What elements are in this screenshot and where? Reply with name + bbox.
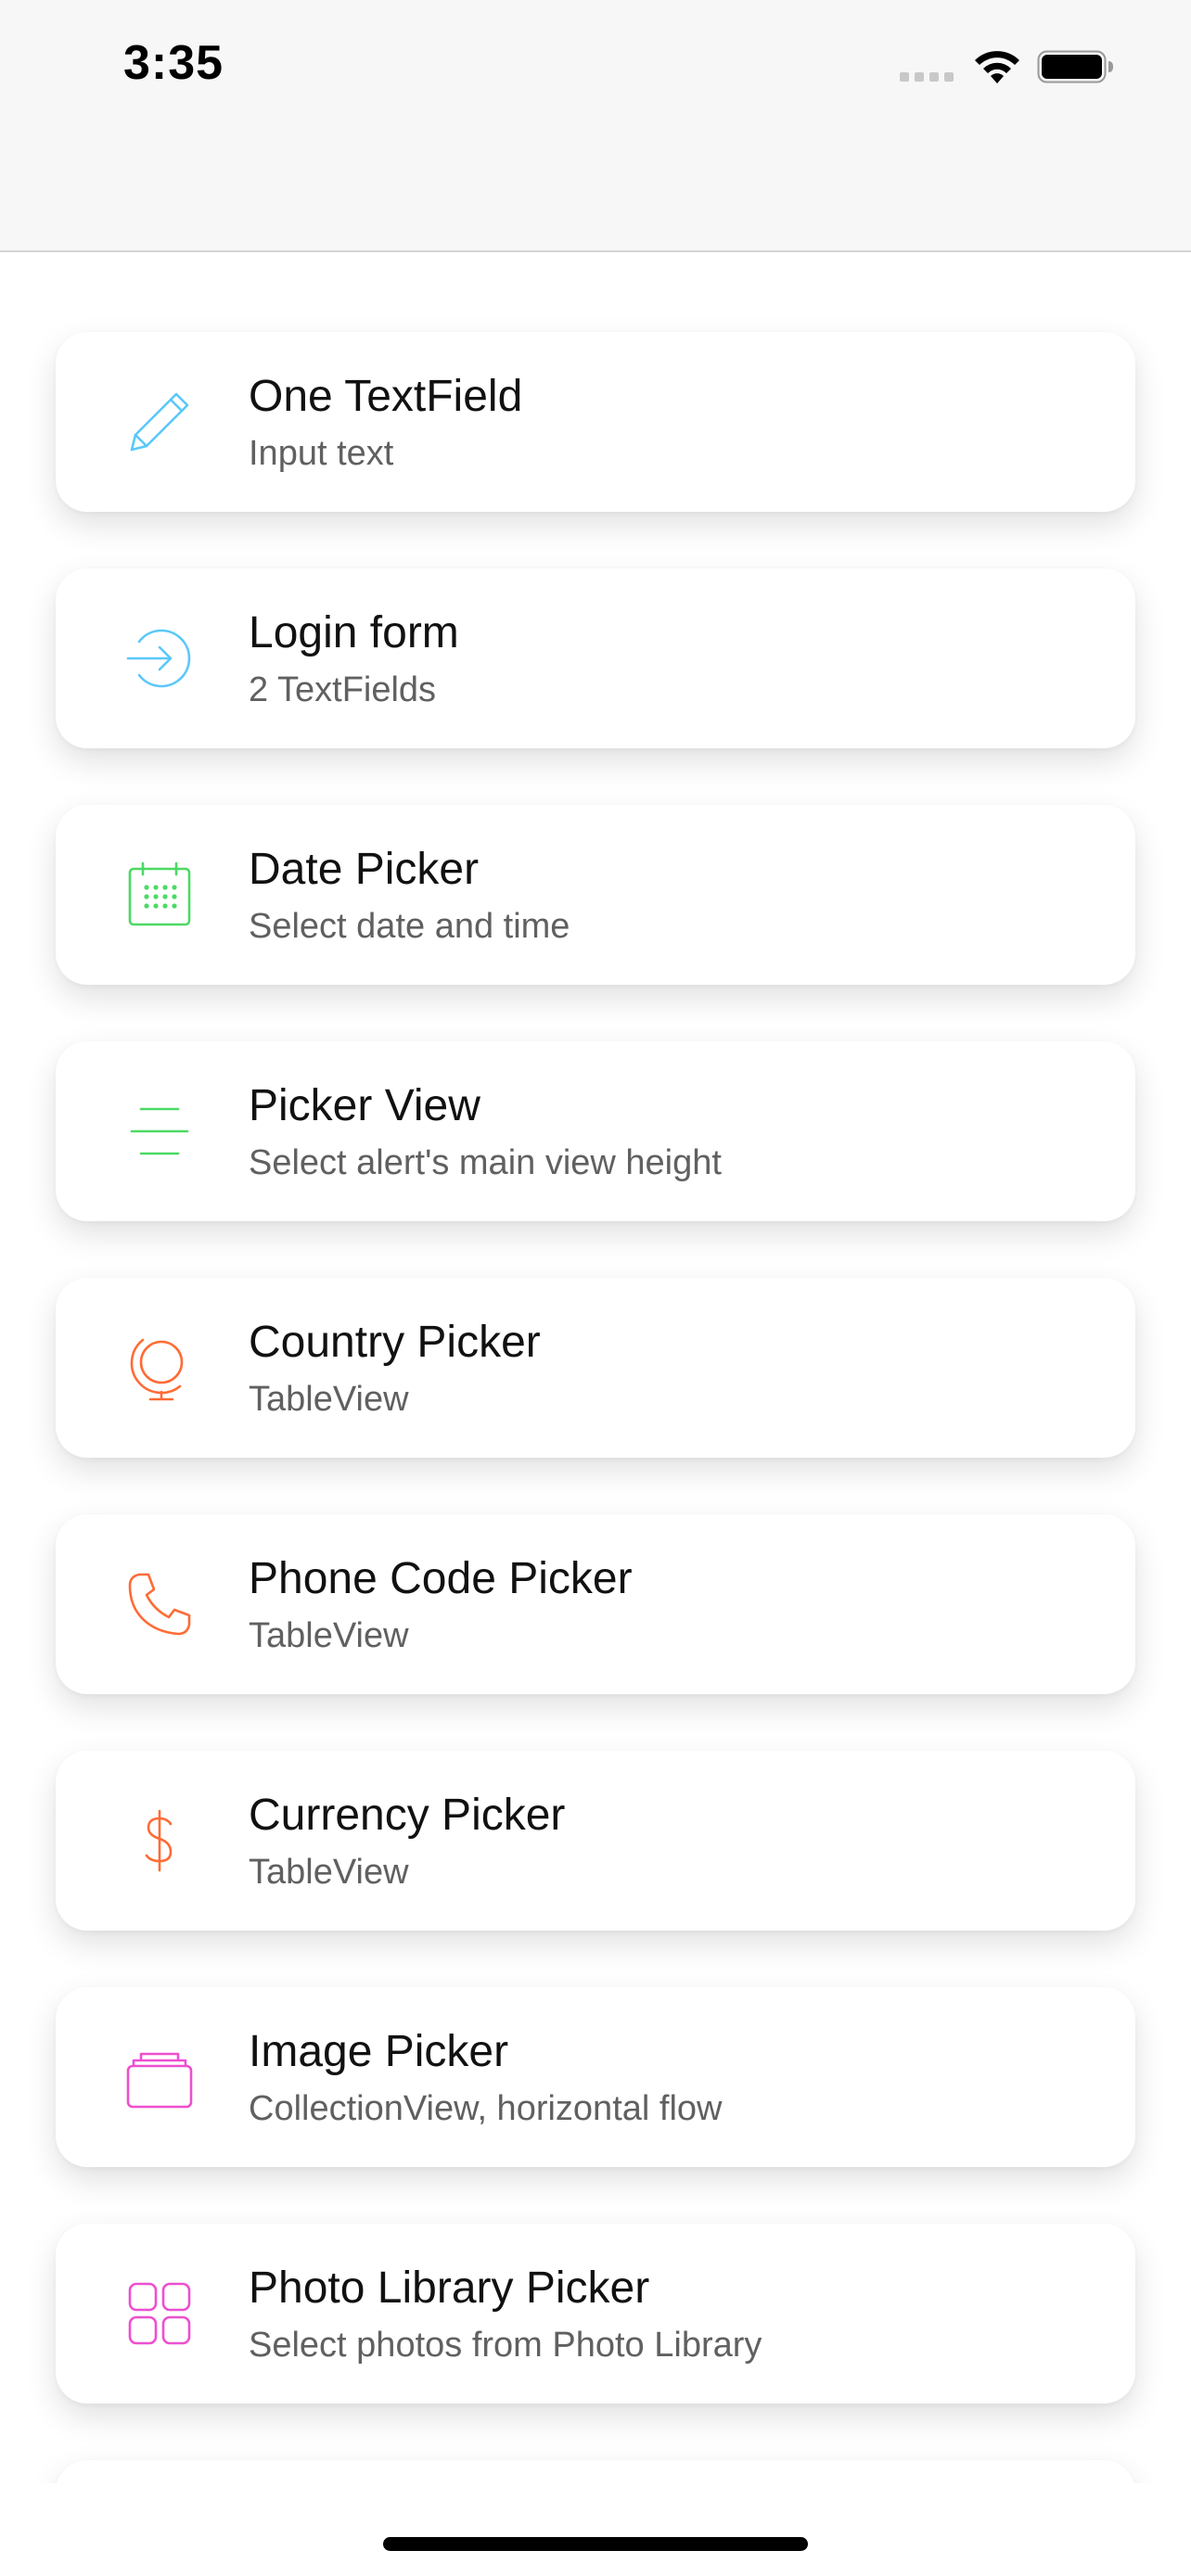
phone-icon (122, 1567, 197, 1641)
list-item-login-form[interactable]: Login form 2 TextFields (56, 568, 1135, 748)
item-subtitle: Input text (249, 434, 394, 473)
list-item-picker-view[interactable]: Picker View Select alert's main view hei… (56, 1041, 1135, 1221)
grid-icon (122, 2276, 197, 2351)
pencil-icon (122, 385, 197, 459)
item-subtitle: Select photos from Photo Library (249, 2326, 762, 2365)
battery-icon (1037, 50, 1113, 83)
calendar-icon (122, 858, 197, 932)
list-item-country-picker[interactable]: Country Picker TableView (56, 1278, 1135, 1458)
lines-icon (122, 1094, 197, 1168)
wifi-icon (975, 51, 1019, 83)
list-item-one-textfield[interactable]: One TextField Input text (56, 332, 1135, 512)
item-title: One TextField (249, 372, 523, 421)
globe-icon (122, 1331, 197, 1405)
dollar-icon (122, 1804, 197, 1878)
item-subtitle: Select date and time (249, 907, 570, 946)
item-title: Country Picker (249, 1318, 541, 1367)
item-subtitle: TableView (249, 1380, 409, 1419)
list-item-photo-library-picker[interactable]: Photo Library Picker Select photos from … (56, 2224, 1135, 2404)
home-indicator[interactable] (383, 2537, 808, 2551)
image-stack-icon (122, 2040, 197, 2114)
item-title: Currency Picker (249, 1791, 566, 1840)
item-subtitle: Select alert's main view height (249, 1143, 722, 1182)
item-title: Date Picker (249, 845, 480, 894)
item-subtitle: TableView (249, 1616, 409, 1655)
cellular-signal-icon (900, 72, 954, 82)
list-item-image-picker[interactable]: Image Picker CollectionView, horizontal … (56, 1987, 1135, 2167)
item-subtitle: CollectionView, horizontal flow (249, 2089, 723, 2128)
status-time: 3:35 (123, 36, 224, 90)
list-item-currency-picker[interactable]: Currency Picker TableView (56, 1751, 1135, 1931)
item-title: Phone Code Picker (249, 1554, 633, 1603)
item-subtitle: 2 TextFields (249, 670, 437, 709)
item-title: Photo Library Picker (249, 2264, 650, 2313)
list-item-next-partial[interactable] (56, 2460, 1135, 2483)
item-subtitle: TableView (249, 1853, 409, 1892)
list-item-date-picker[interactable]: Date Picker Select date and time (56, 805, 1135, 985)
login-icon (122, 621, 197, 695)
item-title: Login form (249, 608, 459, 657)
picker-list[interactable]: One TextField Input text Login form 2 Te… (0, 252, 1191, 2483)
item-title: Image Picker (249, 2027, 509, 2076)
item-title: Picker View (249, 1081, 480, 1130)
list-item-phone-code-picker[interactable]: Phone Code Picker TableView (56, 1514, 1135, 1694)
status-bar: 3:35 (0, 0, 1191, 252)
